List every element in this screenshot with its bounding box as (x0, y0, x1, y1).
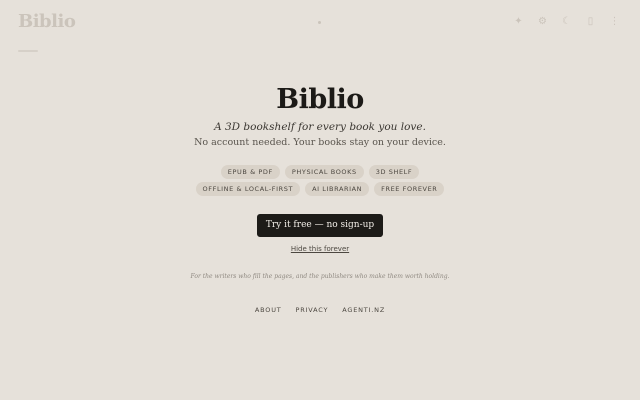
feature-chip: FREE FOREVER (374, 182, 445, 196)
hide-forever-link[interactable]: Hide this forever (0, 245, 640, 253)
more-icon: ⋮ (609, 16, 620, 27)
moon-icon: ☾ (562, 16, 571, 27)
background-app-header: Biblio ✦ ⚙ ☾ ▯ ⋮ (0, 0, 640, 52)
feature-chip-row: EPUB & PDF PHYSICAL BOOKS 3D SHELF (0, 165, 640, 179)
feature-chip: 3D SHELF (368, 165, 420, 179)
welcome-hero: Biblio A 3D bookshelf for every book you… (0, 84, 640, 150)
page-title: Biblio (276, 84, 364, 115)
footer-nav: ABOUT PRIVACY AGENTI.NZ (0, 306, 640, 314)
footer-link-agentinz[interactable]: AGENTI.NZ (342, 306, 385, 314)
feature-chip: PHYSICAL BOOKS (284, 165, 364, 179)
feature-chip: OFFLINE & LOCAL-FIRST (195, 182, 301, 196)
background-toolbar: ✦ ⚙ ☾ ▯ ⋮ (513, 16, 620, 27)
sparkle-icon: ✦ (514, 16, 523, 27)
feature-chips: EPUB & PDF PHYSICAL BOOKS 3D SHELF OFFLI… (0, 165, 640, 199)
gear-icon: ⚙ (538, 16, 547, 27)
background-center-dot (318, 21, 321, 24)
tagline: A 3D bookshelf for every book you love. (214, 121, 426, 133)
try-free-button[interactable]: Try it free — no sign-up (257, 214, 383, 237)
feature-chip: EPUB & PDF (220, 165, 280, 179)
feature-chip-row: OFFLINE & LOCAL-FIRST AI LIBRARIAN FREE … (0, 182, 640, 196)
background-logo: Biblio (18, 11, 76, 32)
footer-link-privacy[interactable]: PRIVACY (296, 306, 329, 314)
bookmark-icon: ▯ (587, 16, 594, 27)
feature-chip: AI LIBRARIAN (305, 182, 370, 196)
dedication-text: For the writers who fill the pages, and … (190, 273, 450, 280)
background-subtitle-line (18, 50, 38, 52)
subline: No account needed. Your books stay on yo… (194, 137, 446, 148)
footer-link-about[interactable]: ABOUT (255, 306, 282, 314)
